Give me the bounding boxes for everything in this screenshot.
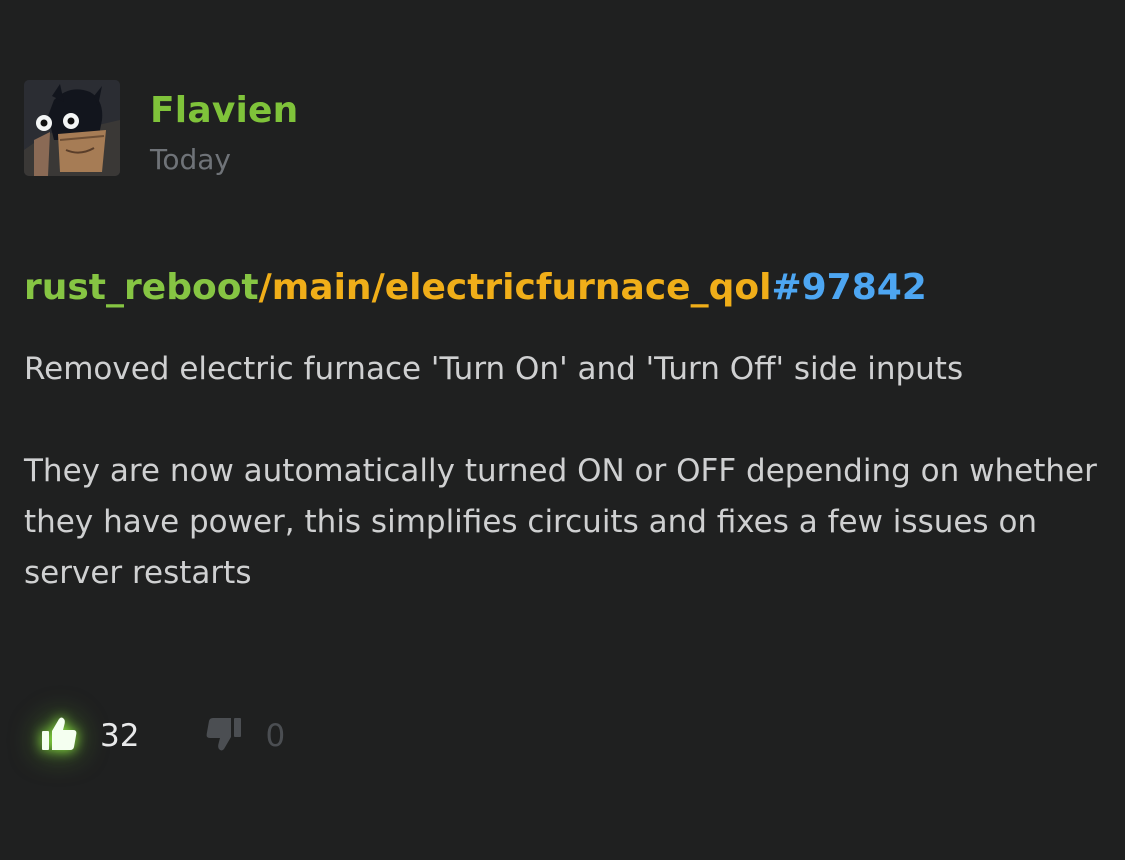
- commit-message: Removed electric furnace 'Turn On' and '…: [24, 344, 1109, 599]
- author-header: Flavien Today: [24, 80, 298, 176]
- commit-branch[interactable]: /main/electricfurnace_qol: [259, 267, 772, 308]
- avatar[interactable]: [24, 80, 120, 176]
- downvote-count: 0: [265, 718, 286, 754]
- masked-character-avatar-icon: [24, 80, 120, 176]
- thumbs-up-icon: [40, 716, 78, 756]
- author-meta: Flavien Today: [150, 80, 298, 178]
- commit-reference[interactable]: rust_reboot/main/electricfurnace_qol#978…: [24, 264, 927, 312]
- upvote-button[interactable]: 32: [40, 716, 139, 756]
- commit-id[interactable]: #97842: [771, 267, 926, 308]
- vote-bar: 32 0: [40, 710, 285, 762]
- author-name[interactable]: Flavien: [150, 90, 298, 132]
- upvote-count: 32: [100, 718, 140, 754]
- commit-card: Flavien Today rust_reboot/main/electricf…: [0, 0, 1125, 860]
- downvote-button[interactable]: 0: [205, 716, 285, 756]
- message-paragraph: Removed electric furnace 'Turn On' and '…: [24, 351, 964, 387]
- message-paragraph: They are now automatically turned ON or …: [24, 453, 1097, 591]
- thumbs-down-icon: [205, 716, 243, 756]
- post-timestamp: Today: [150, 143, 231, 176]
- commit-repo[interactable]: rust_reboot: [24, 267, 259, 308]
